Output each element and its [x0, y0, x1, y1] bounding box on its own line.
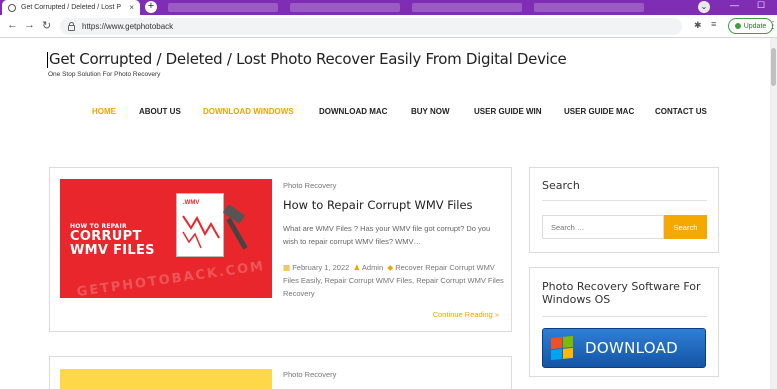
nav-item-user-guide-win[interactable]: USER GUIDE WIN: [474, 107, 542, 116]
search-input[interactable]: Search …: [542, 215, 664, 239]
post-meta: ▦ February 1, 2022 ♟ Admin ◆ Recover Rep…: [283, 261, 505, 300]
zigzag-graphic: [182, 215, 220, 249]
post-card: Photo Recovery: [49, 356, 512, 389]
post-category[interactable]: Photo Recovery: [283, 370, 336, 379]
calendar-icon: ▦: [283, 263, 291, 272]
nav-item-user-guide-mac[interactable]: USER GUIDE MAC: [564, 107, 634, 116]
reading-list-icon[interactable]: ≡: [711, 19, 716, 29]
post-author[interactable]: Admin: [362, 263, 383, 272]
web-page: Get Corrupted / Deleted / Lost Photo Rec…: [0, 38, 770, 389]
background-tab[interactable]: [290, 3, 400, 12]
search-widget-title: Search: [542, 179, 580, 192]
text-cursor: [47, 51, 48, 68]
windows-logo-icon: [551, 335, 573, 361]
nav-item-home[interactable]: HOME: [92, 107, 116, 116]
back-arrow-icon[interactable]: ←: [7, 19, 18, 31]
thumbnail-caption-line2: WMV FILES: [70, 243, 155, 258]
tab-active[interactable]: Get Corrupted / Deleted / Lost P ×: [2, 0, 140, 15]
globe-icon: [8, 3, 16, 12]
tab-search-button[interactable]: ⌄: [698, 1, 710, 13]
reload-icon[interactable]: ↻: [42, 19, 51, 32]
download-label: DOWNLOAD: [585, 339, 678, 357]
maximize-button[interactable]: ☐: [757, 0, 765, 11]
update-label: Update: [743, 22, 767, 30]
widget-divider: [542, 316, 707, 317]
nav-item-about-us[interactable]: ABOUT US: [139, 107, 181, 116]
page-scrollbar[interactable]: [770, 38, 777, 389]
tab-close-icon[interactable]: ×: [129, 3, 134, 12]
nav-item-contact-us[interactable]: CONTACT US: [655, 107, 707, 116]
post-category[interactable]: Photo Recovery: [283, 181, 336, 190]
continue-reading-link[interactable]: Continue Reading »: [433, 310, 499, 319]
nav-item-buy-now[interactable]: BUY NOW: [411, 107, 450, 116]
address-bar[interactable]: https://www.getphotoback: [60, 18, 682, 35]
post-excerpt: What are WMV Files ? Has your WMV file g…: [283, 224, 491, 246]
software-widget-title: Photo Recovery Software For Windows OS: [542, 280, 701, 306]
hammer-icon: [222, 205, 248, 250]
extensions-icon[interactable]: ✱: [694, 20, 702, 31]
background-tab[interactable]: [412, 3, 522, 12]
software-widget: Photo Recovery Software For Windows OS D…: [529, 267, 719, 377]
lock-icon: [68, 21, 75, 31]
download-button[interactable]: DOWNLOAD: [542, 328, 706, 368]
widget-divider: [542, 200, 707, 201]
thumbnail-caption-line1: CORRUPT: [70, 229, 142, 244]
post-title[interactable]: How to Repair Corrupt WMV Files: [283, 198, 473, 212]
tab-strip: Get Corrupted / Deleted / Lost P × + ⌄ —…: [0, 0, 777, 15]
nav-item-download-windows[interactable]: DOWNLOAD WINDOWS: [203, 107, 294, 116]
background-tab[interactable]: [168, 3, 278, 12]
background-tab[interactable]: [534, 3, 644, 12]
forward-arrow-icon[interactable]: →: [24, 19, 35, 31]
site-tagline: One Stop Solution For Photo Recovery: [48, 71, 161, 78]
nav-item-download-mac[interactable]: DOWNLOAD MAC: [319, 107, 387, 116]
post-thumbnail[interactable]: HOW TO REPAIR CORRUPT WMV FILES .WMV GET…: [60, 179, 272, 298]
thumbnail-caption: HOW TO REPAIR CORRUPT WMV FILES: [70, 223, 155, 258]
thumbnail-watermark: GETPHOTOBACK.COM: [75, 258, 266, 298]
user-icon: ♟: [353, 263, 361, 272]
tag-icon: ◆: [387, 263, 394, 272]
new-tab-button[interactable]: +: [145, 1, 157, 13]
site-title-text: Get Corrupted / Deleted / Lost Photo Rec…: [49, 50, 567, 68]
post-date[interactable]: February 1, 2022: [292, 263, 349, 272]
broken-file-icon: .WMV: [176, 193, 224, 257]
scrollbar-thumb[interactable]: [771, 48, 776, 86]
search-button[interactable]: Search: [664, 215, 707, 239]
post-thumbnail[interactable]: [60, 369, 272, 389]
search-widget: Search Search … Search: [529, 167, 719, 253]
tab-title: Get Corrupted / Deleted / Lost P: [21, 4, 121, 11]
url-text: https://www.getphotoback: [82, 22, 174, 31]
menu-kebab-icon[interactable]: ⋮: [768, 20, 777, 31]
browser-toolbar: ← → ↻ https://www.getphotoback ✱ ≡ Updat…: [0, 15, 777, 38]
minimize-button[interactable]: —: [730, 0, 739, 10]
post-card: HOW TO REPAIR CORRUPT WMV FILES .WMV GET…: [49, 167, 512, 332]
site-title[interactable]: Get Corrupted / Deleted / Lost Photo Rec…: [47, 50, 567, 68]
update-status-icon: [734, 23, 741, 29]
update-button[interactable]: Update: [728, 18, 773, 34]
